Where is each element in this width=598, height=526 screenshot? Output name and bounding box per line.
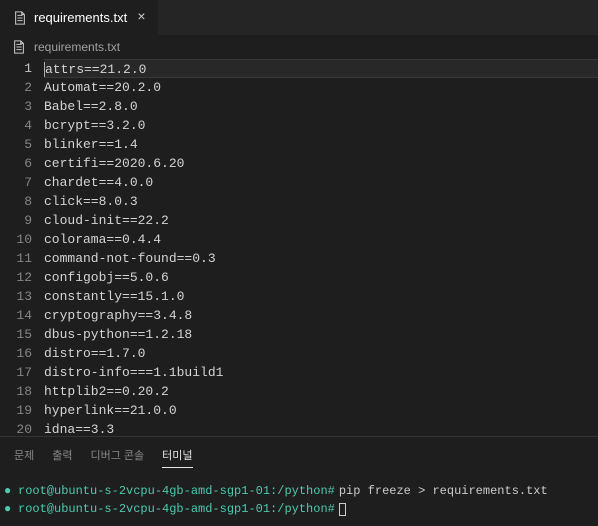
line-number: 15 <box>0 325 32 344</box>
line-number: 4 <box>0 116 32 135</box>
code-line: idna==3.3 <box>44 420 598 436</box>
code-line: chardet==4.0.0 <box>44 173 598 192</box>
panel-tab-terminal[interactable]: 터미널 <box>162 443 192 468</box>
line-number: 18 <box>0 382 32 401</box>
code-line: Babel==2.8.0 <box>44 97 598 116</box>
panel-tab-problems[interactable]: 문제 <box>14 443 34 468</box>
tab-requirements[interactable]: requirements.txt × <box>0 0 159 35</box>
line-number: 7 <box>0 173 32 192</box>
terminal-prompt: root@ubuntu-s-2vcpu-4gb-amd-sgp1-01:/pyt… <box>18 500 335 518</box>
code-line: distro==1.7.0 <box>44 344 598 363</box>
terminal-line: ● root@ubuntu-s-2vcpu-4gb-amd-sgp1-01:/p… <box>4 482 594 500</box>
bullet-icon: ● <box>4 482 14 500</box>
line-number: 1 <box>0 59 32 78</box>
line-number: 14 <box>0 306 32 325</box>
terminal-prompt: root@ubuntu-s-2vcpu-4gb-amd-sgp1-01:/pyt… <box>18 482 335 500</box>
code-line: colorama==0.4.4 <box>44 230 598 249</box>
code-line: bcrypt==3.2.0 <box>44 116 598 135</box>
terminal[interactable]: ● root@ubuntu-s-2vcpu-4gb-amd-sgp1-01:/p… <box>0 474 598 526</box>
code-line: cryptography==3.4.8 <box>44 306 598 325</box>
code-line: distro-info===1.1build1 <box>44 363 598 382</box>
line-number: 13 <box>0 287 32 306</box>
line-number: 20 <box>0 420 32 436</box>
terminal-command: pip freeze > requirements.txt <box>339 482 548 500</box>
line-number: 9 <box>0 211 32 230</box>
panel-tab-output[interactable]: 출력 <box>52 443 72 468</box>
code-line: Automat==20.2.0 <box>44 78 598 97</box>
panel-tab-debug[interactable]: 디버그 콘솔 <box>91 443 145 468</box>
line-number: 11 <box>0 249 32 268</box>
code-area[interactable]: attrs==21.2.0 Automat==20.2.0 Babel==2.8… <box>44 59 598 436</box>
code-line: blinker==1.4 <box>44 135 598 154</box>
terminal-cursor <box>339 503 346 516</box>
code-line: certifi==2020.6.20 <box>44 154 598 173</box>
tab-bar: requirements.txt × <box>0 0 598 35</box>
panel-tabs: 문제 출력 디버그 콘솔 터미널 <box>0 436 598 474</box>
line-number: 2 <box>0 78 32 97</box>
editor[interactable]: 1 2 3 4 5 6 7 8 9 10 11 12 13 14 15 16 1… <box>0 59 598 436</box>
line-number: 19 <box>0 401 32 420</box>
line-number: 17 <box>0 363 32 382</box>
bullet-icon: ● <box>4 500 14 518</box>
code-line: command-not-found==0.3 <box>44 249 598 268</box>
tab-label: requirements.txt <box>34 10 127 25</box>
line-number: 12 <box>0 268 32 287</box>
line-number: 16 <box>0 344 32 363</box>
line-number: 8 <box>0 192 32 211</box>
breadcrumb[interactable]: requirements.txt <box>0 35 598 59</box>
terminal-line: ● root@ubuntu-s-2vcpu-4gb-amd-sgp1-01:/p… <box>4 500 594 518</box>
line-number: 3 <box>0 97 32 116</box>
code-line: hyperlink==21.0.0 <box>44 401 598 420</box>
code-line: cloud-init==22.2 <box>44 211 598 230</box>
line-number: 10 <box>0 230 32 249</box>
code-line: dbus-python==1.2.18 <box>44 325 598 344</box>
file-icon <box>12 10 28 26</box>
line-number: 6 <box>0 154 32 173</box>
code-line: constantly==15.1.0 <box>44 287 598 306</box>
code-line: configobj==5.0.6 <box>44 268 598 287</box>
code-line: httplib2==0.20.2 <box>44 382 598 401</box>
gutter: 1 2 3 4 5 6 7 8 9 10 11 12 13 14 15 16 1… <box>0 59 44 436</box>
file-icon <box>12 39 28 55</box>
breadcrumb-filename: requirements.txt <box>34 40 120 54</box>
code-line: attrs==21.2.0 <box>44 59 598 78</box>
close-icon[interactable]: × <box>137 10 145 26</box>
line-number: 5 <box>0 135 32 154</box>
code-line: click==8.0.3 <box>44 192 598 211</box>
